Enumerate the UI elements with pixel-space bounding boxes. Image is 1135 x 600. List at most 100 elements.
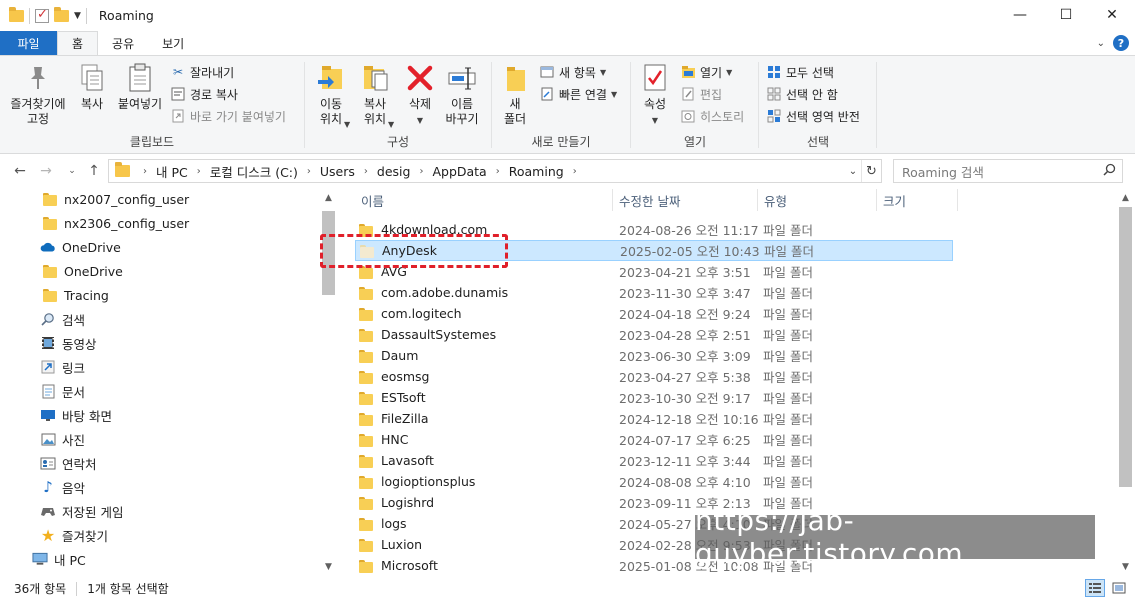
nav-item-search[interactable]: 검색 bbox=[40, 307, 85, 331]
nav-item-onedrive-cloud[interactable]: OneDrive bbox=[40, 235, 121, 259]
tab-home[interactable]: 홈 bbox=[57, 31, 99, 55]
expand-ribbon-icon[interactable]: ⌄ bbox=[1097, 38, 1105, 49]
nav-item-links[interactable]: 링크 bbox=[40, 355, 85, 379]
large-icons-view-icon[interactable] bbox=[1109, 579, 1129, 597]
select-none-button[interactable]: 선택 안 함 bbox=[766, 84, 838, 104]
refresh-icon[interactable]: ↻ bbox=[861, 160, 881, 182]
table-row[interactable]: Lavasoft 2023-12-11 오후 3:44 파일 폴더 bbox=[355, 450, 953, 471]
paste-button[interactable]: 붙여넣기 bbox=[114, 62, 166, 112]
nav-item-pictures[interactable]: 사진 bbox=[40, 427, 85, 451]
maximize-button[interactable]: ☐ bbox=[1043, 0, 1089, 30]
delete-dropdown-icon: ▼ bbox=[416, 116, 424, 125]
table-row-selected[interactable]: AnyDesk 2025-02-05 오전 10:43 파일 폴더 bbox=[355, 240, 953, 261]
table-row[interactable]: com.logitech 2024-04-18 오전 9:24 파일 폴더 bbox=[355, 303, 953, 324]
column-divider[interactable] bbox=[957, 189, 958, 211]
breadcrumb-separator[interactable]: › bbox=[419, 166, 423, 177]
column-header-name[interactable]: 이름 ^ bbox=[355, 187, 611, 213]
table-row[interactable]: AVG 2023-04-21 오후 3:51 파일 폴더 bbox=[355, 261, 953, 282]
breadcrumb-separator[interactable]: › bbox=[307, 166, 311, 177]
pin-to-quick-access-button[interactable]: 즐겨찾기에 고정 bbox=[6, 62, 70, 127]
file-list-scrollbar[interactable]: ▲ ▼ bbox=[1117, 187, 1134, 577]
pc-icon bbox=[32, 551, 48, 567]
breadcrumb-local-disk[interactable]: 로컬 디스크 (C:) bbox=[210, 162, 298, 181]
scrollbar-thumb[interactable] bbox=[1119, 207, 1132, 487]
table-row[interactable]: DassaultSystemes 2023-04-28 오후 2:51 파일 폴… bbox=[355, 324, 953, 345]
nav-item-documents[interactable]: 문서 bbox=[40, 379, 85, 403]
breadcrumb-desig[interactable]: desig bbox=[377, 164, 411, 179]
up-button[interactable]: ↑ bbox=[84, 161, 104, 181]
table-row[interactable]: logioptionsplus 2024-08-08 오후 4:10 파일 폴더 bbox=[355, 471, 953, 492]
scroll-down-arrow[interactable]: ▼ bbox=[1117, 558, 1134, 575]
nav-item-nx2007-config-user[interactable]: nx2007_config_user bbox=[42, 187, 189, 211]
new-item-button[interactable]: 새 항목 ▼ bbox=[539, 62, 606, 82]
nav-pane-scrollbar[interactable]: ▲ ▼ bbox=[320, 187, 337, 577]
properties-button[interactable]: 속성 ▼ bbox=[636, 62, 674, 128]
tab-view[interactable]: 보기 bbox=[148, 31, 198, 55]
breadcrumb-my-pc[interactable]: 내 PC bbox=[156, 162, 188, 181]
copy-path-button[interactable]: 경로 복사 bbox=[170, 84, 238, 104]
breadcrumb-separator[interactable]: › bbox=[573, 166, 577, 177]
breadcrumb-separator[interactable]: › bbox=[143, 166, 147, 177]
copy-button[interactable]: 복사 bbox=[74, 62, 110, 112]
breadcrumb-separator[interactable]: › bbox=[496, 166, 500, 177]
nav-item-tracing[interactable]: Tracing bbox=[42, 283, 109, 307]
address-history-dropdown[interactable]: ⌄ bbox=[845, 166, 861, 177]
breadcrumb-roaming[interactable]: Roaming bbox=[509, 164, 564, 179]
nav-item-videos[interactable]: 동영상 bbox=[40, 331, 97, 355]
nav-item-desktop[interactable]: 바탕 화면 bbox=[40, 403, 112, 427]
table-row[interactable]: Daum 2023-06-30 오후 3:09 파일 폴더 bbox=[355, 345, 953, 366]
breadcrumb-separator[interactable]: › bbox=[197, 166, 201, 177]
breadcrumb-users[interactable]: Users bbox=[320, 164, 355, 179]
customize-quick-access-dropdown[interactable]: ▼ bbox=[74, 11, 81, 21]
nav-item-saved-games[interactable]: 저장된 게임 bbox=[40, 499, 123, 523]
properties-icon[interactable] bbox=[35, 7, 49, 23]
nav-item-favorites[interactable]: ★ 즐겨찾기 bbox=[40, 523, 108, 547]
recent-locations-dropdown[interactable]: ⌄ bbox=[62, 161, 82, 181]
table-row[interactable]: eosmsg 2023-04-27 오후 5:38 파일 폴더 bbox=[355, 366, 953, 387]
rename-button[interactable]: 이름 바꾸기 bbox=[442, 62, 482, 127]
address-bar[interactable]: › 내 PC › 로컬 디스크 (C:) › Users › desig › A… bbox=[108, 159, 882, 183]
new-folder-button[interactable]: 새 폴더 bbox=[497, 62, 533, 127]
nav-item-music[interactable]: ♪ 음악 bbox=[40, 475, 85, 499]
copy-to-button[interactable]: 복사 위치 ▼ bbox=[354, 62, 396, 129]
scroll-up-arrow[interactable]: ▲ bbox=[320, 189, 337, 206]
scroll-up-arrow[interactable]: ▲ bbox=[1117, 189, 1134, 206]
scrollbar-thumb[interactable] bbox=[322, 211, 335, 295]
move-to-button[interactable]: 이동 위치 ▼ bbox=[310, 62, 352, 129]
scroll-down-arrow[interactable]: ▼ bbox=[320, 558, 337, 575]
open-icon bbox=[680, 64, 696, 80]
open-button[interactable]: 열기 ▼ bbox=[680, 62, 732, 82]
forward-button[interactable]: → bbox=[36, 161, 56, 181]
nav-item-contacts[interactable]: 연락처 bbox=[40, 451, 97, 475]
paste-shortcut-button[interactable]: 바로 가기 붙여넣기 bbox=[170, 106, 286, 126]
invert-selection-button[interactable]: 선택 영역 반전 bbox=[766, 106, 860, 126]
details-view-icon[interactable] bbox=[1085, 579, 1105, 597]
delete-button[interactable]: 삭제 ▼ bbox=[402, 62, 438, 128]
easy-access-button[interactable]: 빠른 연결 ▼ bbox=[539, 84, 617, 104]
column-header-type[interactable]: 유형 bbox=[758, 187, 876, 213]
history-button[interactable]: 히스토리 bbox=[680, 106, 744, 126]
tab-file[interactable]: 파일 bbox=[0, 31, 57, 55]
tab-share[interactable]: 공유 bbox=[98, 31, 148, 55]
breadcrumb-separator[interactable]: › bbox=[364, 166, 368, 177]
table-row[interactable]: 4kdownload.com 2024-08-26 오전 11:17 파일 폴더 bbox=[355, 219, 953, 240]
search-input[interactable]: Roaming 검색 bbox=[893, 159, 1123, 183]
breadcrumb-appdata[interactable]: AppData bbox=[432, 164, 486, 179]
table-row[interactable]: ESTsoft 2023-10-30 오전 9:17 파일 폴더 bbox=[355, 387, 953, 408]
nav-item-onedrive-folder[interactable]: OneDrive bbox=[42, 259, 123, 283]
column-header-date[interactable]: 수정한 날짜 bbox=[613, 187, 757, 213]
nav-item-nx2306-config-user[interactable]: nx2306_config_user bbox=[42, 211, 189, 235]
table-row[interactable]: FileZilla 2024-12-18 오전 10:16 파일 폴더 bbox=[355, 408, 953, 429]
cut-button[interactable]: ✂ 잘라내기 bbox=[170, 62, 234, 82]
edit-button[interactable]: 편집 bbox=[680, 84, 722, 104]
new-folder-icon[interactable] bbox=[54, 6, 69, 22]
column-header-size[interactable]: 크기 bbox=[877, 187, 957, 213]
select-all-button[interactable]: 모두 선택 bbox=[766, 62, 834, 82]
close-button[interactable]: ✕ bbox=[1089, 0, 1135, 30]
help-icon[interactable]: ? bbox=[1113, 35, 1129, 51]
table-row[interactable]: HNC 2024-07-17 오후 6:25 파일 폴더 bbox=[355, 429, 953, 450]
table-row[interactable]: com.adobe.dunamis 2023-11-30 오후 3:47 파일 … bbox=[355, 282, 953, 303]
back-button[interactable]: ← bbox=[10, 161, 30, 181]
minimize-button[interactable]: — bbox=[997, 0, 1043, 30]
nav-item-this-pc[interactable]: 내 PC bbox=[32, 547, 86, 571]
